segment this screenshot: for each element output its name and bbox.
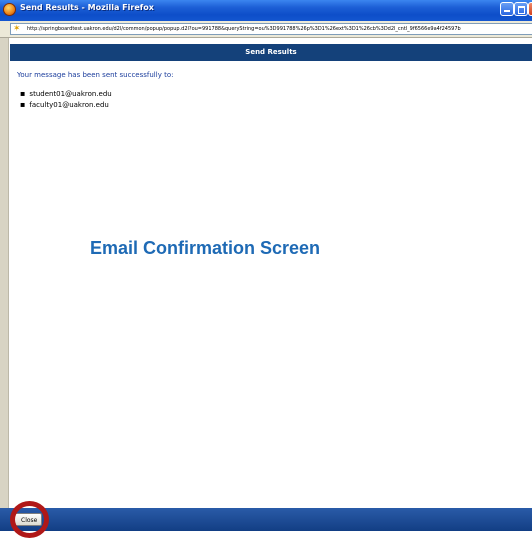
success-message: Your message has been sent successfully … [17, 71, 174, 79]
site-favicon: ✶ [13, 24, 21, 34]
minimize-icon[interactable] [500, 2, 514, 16]
firefox-icon [3, 3, 16, 16]
footer-bar [0, 508, 532, 531]
list-item: faculty01@uakron.edu [20, 99, 112, 110]
highlight-circle [10, 501, 49, 538]
close-window-icon[interactable] [528, 2, 532, 16]
url-text: http://springboardtest.uakron.edu/d2l/co… [27, 26, 461, 32]
maximize-icon[interactable] [514, 2, 528, 16]
recipient-list: student01@uakron.edu faculty01@uakron.ed… [20, 88, 112, 110]
window-title: Send Results - Mozilla Firefox [20, 3, 154, 12]
frame-edge [0, 38, 9, 508]
list-item: student01@uakron.edu [20, 88, 111, 99]
window-titlebar[interactable]: Send Results - Mozilla Firefox [0, 0, 532, 21]
address-bar: ✶ http://springboardtest.uakron.edu/d2l/… [0, 21, 532, 38]
annotation-label: Email Confirmation Screen [90, 238, 321, 258]
page-title: Send Results [10, 44, 532, 61]
url-field[interactable]: ✶ http://springboardtest.uakron.edu/d2l/… [10, 23, 532, 35]
